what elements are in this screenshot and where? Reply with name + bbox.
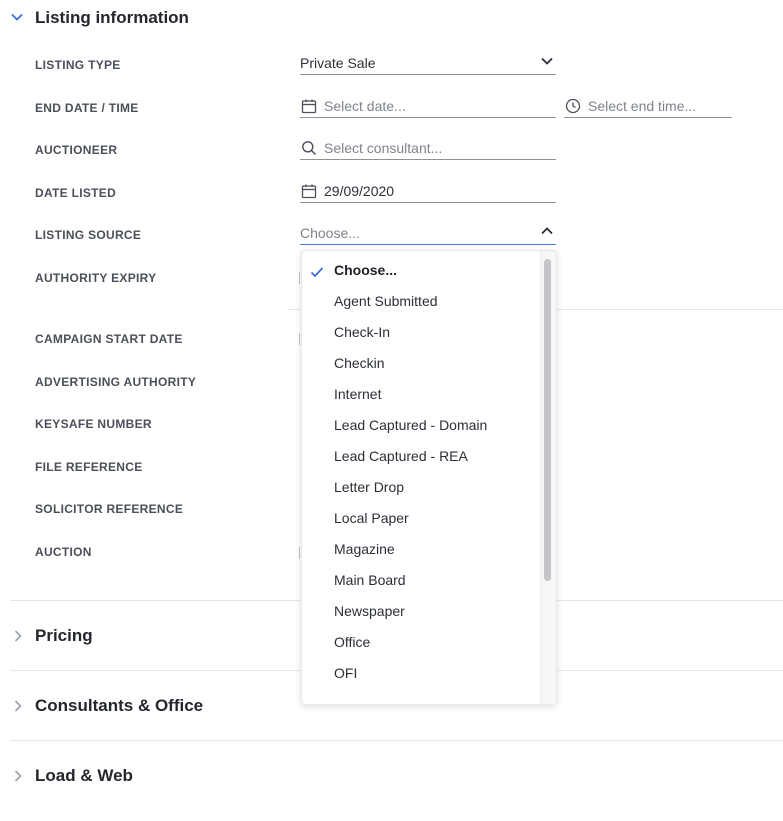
section-title-load-web[interactable]: Load & Web <box>35 766 133 786</box>
label-keysafe-number: KEYSAFE NUMBER <box>35 417 152 431</box>
listing-source-value: Choose... <box>300 225 360 241</box>
checkmark-icon <box>310 265 324 284</box>
label-file-reference: FILE REFERENCE <box>35 460 143 474</box>
section-title-pricing[interactable]: Pricing <box>35 626 93 646</box>
label-authority-expiry: AUTHORITY EXPIRY <box>35 271 157 285</box>
clock-icon <box>564 97 582 115</box>
dropdown-option[interactable]: Magazine <box>334 541 395 557</box>
scrollbar-thumb[interactable] <box>544 259 551 581</box>
label-listing-source: LISTING SOURCE <box>35 228 142 242</box>
date-listed-value: 29/09/2020 <box>324 183 395 199</box>
auctioneer-placeholder: Select consultant... <box>324 140 443 156</box>
dropdown-option[interactable]: Agent Submitted <box>334 293 438 309</box>
section-title-listing-information[interactable]: Listing information <box>35 8 189 28</box>
dropdown-option[interactable]: Lead Captured - REA <box>334 448 468 464</box>
end-time-input[interactable]: Select end time... <box>564 95 732 118</box>
chevron-right-icon[interactable] <box>12 699 24 718</box>
dropdown-option[interactable]: Office <box>334 634 370 650</box>
chevron-down-icon <box>540 54 554 68</box>
auctioneer-input[interactable]: Select consultant... <box>300 137 556 160</box>
end-date-placeholder: Select date... <box>324 98 406 114</box>
end-date-input[interactable]: Select date... <box>300 95 556 118</box>
dropdown-option[interactable]: Local Paper <box>334 510 409 526</box>
dropdown-option[interactable]: Check-In <box>334 324 390 340</box>
calendar-icon <box>300 97 318 115</box>
dropdown-option[interactable]: Internet <box>334 386 381 402</box>
label-date-listed: DATE LISTED <box>35 186 117 200</box>
chevron-right-icon[interactable] <box>12 769 24 788</box>
label-campaign-start-date: CAMPAIGN START DATE <box>35 332 183 346</box>
listing-type-value: Private Sale <box>300 55 376 71</box>
label-advertising-authority: ADVERTISING AUTHORITY <box>35 375 197 389</box>
dropdown-option[interactable]: Main Board <box>334 572 406 588</box>
listing-source-select[interactable]: Choose... <box>300 222 556 245</box>
section-divider <box>10 740 783 741</box>
date-listed-input[interactable]: 29/09/2020 <box>300 180 556 203</box>
dropdown-option[interactable]: Choose... <box>334 262 397 278</box>
dropdown-option[interactable]: OFI <box>334 665 357 681</box>
section-title-consultants-office[interactable]: Consultants & Office <box>35 696 203 716</box>
chevron-up-icon <box>540 224 554 238</box>
dropdown-scrollbar[interactable] <box>540 251 556 704</box>
chevron-down-icon[interactable] <box>10 10 24 29</box>
dropdown-option[interactable]: Newspaper <box>334 603 405 619</box>
listing-source-dropdown[interactable]: Choose... Agent Submitted Check-In Check… <box>301 250 557 705</box>
dropdown-option[interactable]: Letter Drop <box>334 479 404 495</box>
label-auction: AUCTION <box>35 545 92 559</box>
label-auctioneer: AUCTIONEER <box>35 143 118 157</box>
search-icon <box>300 139 318 157</box>
label-listing-type: LISTING TYPE <box>35 58 121 72</box>
dropdown-option[interactable]: Checkin <box>334 355 385 371</box>
label-end-date-time: END DATE / TIME <box>35 101 139 115</box>
chevron-right-icon[interactable] <box>12 629 24 648</box>
listing-type-select[interactable]: Private Sale <box>300 52 556 75</box>
calendar-icon <box>300 182 318 200</box>
label-solicitor-reference: SOLICITOR REFERENCE <box>35 502 184 516</box>
dropdown-option[interactable]: Lead Captured - Domain <box>334 417 487 433</box>
end-time-placeholder: Select end time... <box>588 98 697 114</box>
